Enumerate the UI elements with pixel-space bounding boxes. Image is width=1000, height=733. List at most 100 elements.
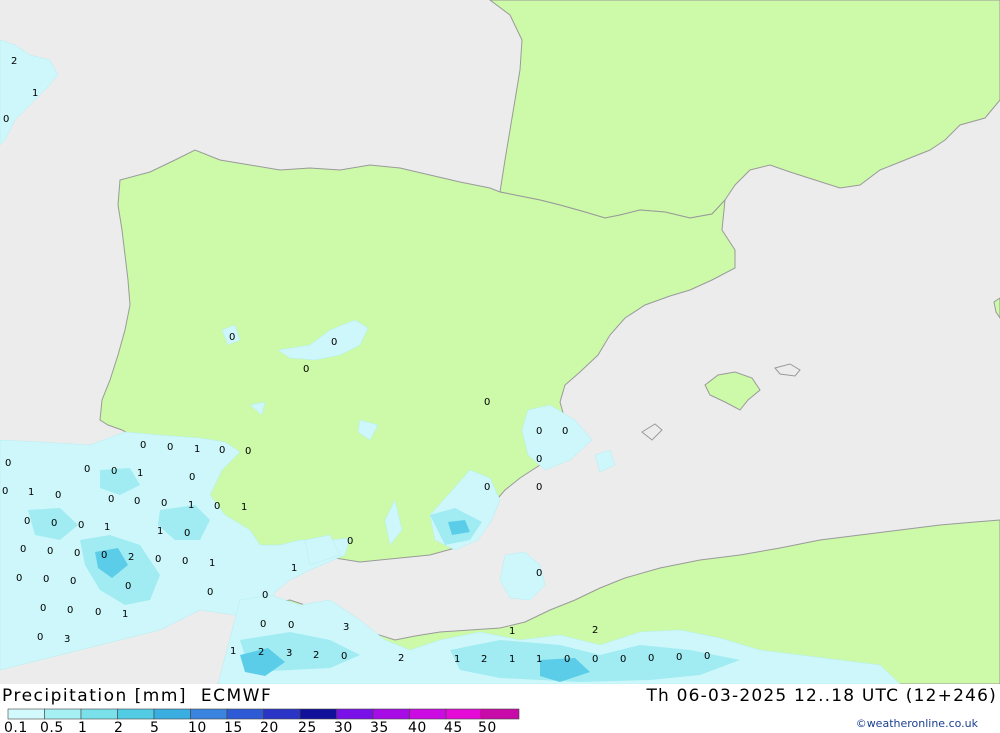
legend-swatch bbox=[44, 708, 82, 720]
precip-value: 1 bbox=[230, 646, 236, 657]
legend-swatch bbox=[117, 708, 155, 720]
precip-value: 0 bbox=[125, 581, 131, 592]
precip-value: 0 bbox=[303, 364, 309, 375]
precip-value: 2 bbox=[11, 56, 17, 67]
precip-value: 0 bbox=[111, 466, 117, 477]
precip-value: 0 bbox=[47, 546, 53, 557]
precip-value: 0 bbox=[245, 446, 251, 457]
precip-value: 0 bbox=[108, 494, 114, 505]
precip-value: 0 bbox=[536, 454, 542, 465]
precip-value: 0 bbox=[5, 458, 11, 469]
precip-value: 0 bbox=[184, 528, 190, 539]
precip-value: 0 bbox=[95, 607, 101, 618]
precip-value: 0 bbox=[262, 590, 268, 601]
precip-value: 0 bbox=[592, 654, 598, 665]
precip-value: 0 bbox=[70, 576, 76, 587]
precip-value: 0 bbox=[43, 574, 49, 585]
precipitation-map: 2 1 0 0 0 0 0 0 0 0 0 0 0 0 1 0 0 0 0 0 … bbox=[0, 0, 1000, 685]
legend-label: 5 bbox=[150, 720, 159, 733]
legend-label: 1 bbox=[78, 720, 87, 733]
precip-value: 0 bbox=[676, 652, 682, 663]
precip-value: 2 bbox=[258, 647, 264, 658]
precip-value: 0 bbox=[37, 632, 43, 643]
precip-value: 1 bbox=[104, 522, 110, 533]
precip-value: 0 bbox=[260, 619, 266, 630]
precip-value: 0 bbox=[40, 603, 46, 614]
precip-value: 0 bbox=[214, 501, 220, 512]
precip-value: 0 bbox=[16, 573, 22, 584]
precip-value: 0 bbox=[229, 332, 235, 343]
legend-swatches bbox=[7, 708, 520, 720]
precip-value: 0 bbox=[74, 548, 80, 559]
legend-swatch bbox=[336, 708, 374, 720]
precip-value: 0 bbox=[484, 482, 490, 493]
precip-value: 2 bbox=[481, 654, 487, 665]
legend-label: 25 bbox=[298, 720, 317, 733]
precip-value: 0 bbox=[562, 426, 568, 437]
precip-value: 0 bbox=[2, 486, 8, 497]
precip-value: 0 bbox=[331, 337, 337, 348]
legend-label: 50 bbox=[478, 720, 497, 733]
map-footer: Precipitation [mm] ECMWF Th 06-03-2025 1… bbox=[0, 684, 1000, 733]
precip-value: 0 bbox=[24, 516, 30, 527]
precip-value: 1 bbox=[536, 654, 542, 665]
precip-value: 0 bbox=[207, 587, 213, 598]
legend-labels: 0.1 0.5 1 2 5 10 15 20 25 30 35 40 45 50 bbox=[4, 720, 497, 733]
precip-value: 0 bbox=[648, 653, 654, 664]
legend-label: 30 bbox=[334, 720, 353, 733]
legend-label: 2 bbox=[114, 720, 123, 733]
precip-value: 1 bbox=[157, 526, 163, 537]
precip-value: 0 bbox=[536, 568, 542, 579]
precip-value: 0 bbox=[161, 498, 167, 509]
precip-value: 2 bbox=[313, 650, 319, 661]
valid-time: Th 06-03-2025 12..18 UTC (12+246) bbox=[646, 686, 997, 706]
legend-swatch bbox=[80, 708, 118, 720]
precip-value: 1 bbox=[137, 468, 143, 479]
precip-value: 0 bbox=[55, 490, 61, 501]
legend-label: 10 bbox=[188, 720, 207, 733]
legend-label: 40 bbox=[408, 720, 427, 733]
precip-value: 3 bbox=[64, 634, 70, 645]
legend-label: 20 bbox=[260, 720, 279, 733]
precip-value: 0 bbox=[3, 114, 9, 125]
precip-value: 0 bbox=[536, 426, 542, 437]
precip-value: 0 bbox=[189, 472, 195, 483]
legend-swatch bbox=[445, 708, 483, 720]
precip-value: 0 bbox=[51, 518, 57, 529]
precip-value: 0 bbox=[620, 654, 626, 665]
precip-value: 2 bbox=[592, 625, 598, 636]
precip-value: 0 bbox=[78, 520, 84, 531]
precip-value: 2 bbox=[398, 653, 404, 664]
precip-value: 0 bbox=[564, 654, 570, 665]
precip-value: 1 bbox=[509, 626, 515, 637]
precip-value: 1 bbox=[188, 500, 194, 511]
legend-label: 0.5 bbox=[40, 720, 64, 733]
precip-value: 0 bbox=[219, 445, 225, 456]
legend-label: 15 bbox=[224, 720, 243, 733]
precip-value: 1 bbox=[122, 609, 128, 620]
legend-swatch bbox=[299, 708, 337, 720]
precip-value: 0 bbox=[288, 620, 294, 631]
precip-value: 0 bbox=[67, 605, 73, 616]
precip-value: 0 bbox=[155, 554, 161, 565]
precip-value: 2 bbox=[128, 552, 134, 563]
legend-label: 45 bbox=[444, 720, 463, 733]
legend-swatch bbox=[226, 708, 264, 720]
precip-value: 0 bbox=[536, 482, 542, 493]
precip-value: 0 bbox=[182, 556, 188, 567]
legend-swatch bbox=[409, 708, 447, 720]
precip-value: 1 bbox=[194, 444, 200, 455]
precip-value: 1 bbox=[509, 654, 515, 665]
precip-value: 0 bbox=[20, 544, 26, 555]
precip-value: 1 bbox=[291, 563, 297, 574]
precip-value: 1 bbox=[209, 558, 215, 569]
legend-label: 0.1 bbox=[4, 720, 28, 733]
precip-value: 0 bbox=[341, 651, 347, 662]
precip-legend: 0.1 0.5 1 2 5 10 15 20 25 30 35 40 45 50 bbox=[4, 708, 520, 733]
legend-swatch bbox=[372, 708, 410, 720]
precip-value: 0 bbox=[140, 440, 146, 451]
legend-swatch bbox=[190, 708, 228, 720]
precip-value: 1 bbox=[32, 88, 38, 99]
precip-value: 0 bbox=[484, 397, 490, 408]
precip-value: 0 bbox=[347, 536, 353, 547]
